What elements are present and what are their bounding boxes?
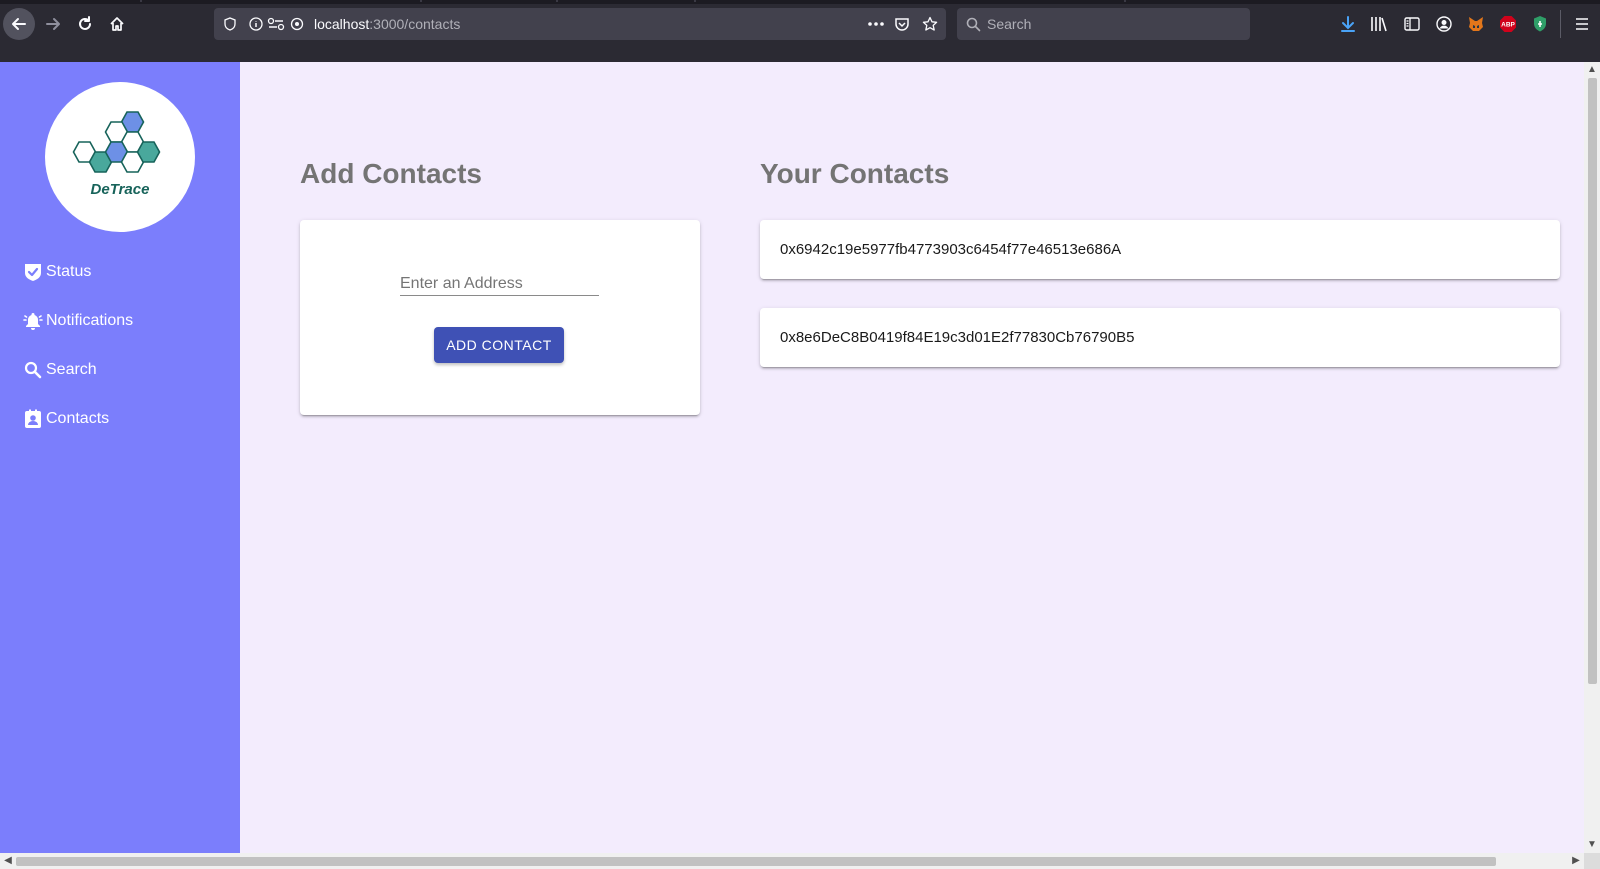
vertical-scroll-thumb[interactable] [1588,78,1597,684]
address-input[interactable] [400,272,599,296]
horizontal-scroll-thumb[interactable] [16,857,1496,866]
logo-text: DeTrace [90,181,150,198]
download-icon[interactable] [1338,14,1358,34]
tab-divider [694,0,696,2]
back-arrow-icon [12,18,26,30]
scrollbar-corner [1584,853,1600,869]
site-settings-icon[interactable] [289,16,305,32]
contact-address: 0x6942c19e5977fb4773903c6454f77e46513e68… [780,241,1122,258]
add-contact-button[interactable]: ADD CONTACT [434,327,564,363]
home-icon [110,17,124,31]
bell-icon [22,310,44,332]
library-icon[interactable] [1369,14,1389,34]
info-icon[interactable] [248,16,264,32]
url-path: :3000/contacts [369,16,461,32]
url-text[interactable]: localhost:3000/contacts [314,8,460,40]
sidebar-item-contacts[interactable]: Contacts [22,405,109,433]
account-icon[interactable] [1434,14,1454,34]
sidebar-item-notifications[interactable]: Notifications [22,307,133,335]
back-button[interactable] [3,8,35,40]
sidebar-item-search[interactable]: Search [22,356,97,384]
search-placeholder: Search [987,16,1032,32]
toolbar-separator [1560,10,1561,38]
vertical-scrollbar[interactable]: ▲ ▼ [1584,62,1600,853]
toolbar-bottom [0,44,1600,62]
sidebar-item-label: Notifications [46,312,134,329]
tab-divider [420,0,422,2]
check-shield-icon [22,261,44,283]
logo[interactable]: DeTrace [45,82,195,232]
search-icon [22,359,44,381]
contact-item[interactable]: 0x8e6DeC8B0419f84E19c3d01E2f77830Cb76790… [760,308,1560,367]
horizontal-scrollbar[interactable]: ◀ ▶ [0,853,1584,869]
forward-button[interactable] [37,8,69,40]
pocket-icon[interactable] [894,16,910,32]
sidebar: DeTrace Status Notifications Search Cont… [0,62,240,853]
scroll-down-icon[interactable]: ▼ [1584,837,1600,853]
tracking-shield-icon[interactable] [222,16,238,32]
tab-divider [140,0,142,2]
url-host: localhost [314,16,370,32]
search-magnifier-icon [965,16,981,32]
your-contacts-title: Your Contacts [760,158,950,189]
page-viewport: DeTrace Status Notifications Search Cont… [0,62,1584,853]
contact-card-icon [22,408,44,430]
browser-toolbar: localhost:3000/contacts Search ABP [0,4,1600,44]
scroll-up-icon[interactable]: ▲ [1584,62,1600,78]
scroll-left-icon[interactable]: ◀ [0,853,16,869]
contact-item[interactable]: 0x6942c19e5977fb4773903c6454f77e46513e68… [760,220,1560,279]
abp-label: ABP [1501,22,1515,29]
add-contacts-title: Add Contacts [300,158,482,189]
browser-search-bar[interactable]: Search [957,8,1250,40]
sidebar-item-label: Search [46,361,97,378]
metamask-fox-icon[interactable] [1466,14,1486,34]
adblock-abp-icon[interactable]: ABP [1498,14,1518,34]
page-actions-icon[interactable] [866,16,886,32]
contact-address: 0x8e6DeC8B0419f84E19c3d01E2f77830Cb76790… [780,329,1135,346]
menu-icon[interactable] [1572,14,1592,34]
add-contact-card: ADD CONTACT [300,220,700,415]
reload-icon [79,16,91,30]
permissions-icon[interactable] [266,16,286,32]
sidebar-icon[interactable] [1402,14,1422,34]
sidebar-item-label: Status [46,263,92,280]
sidebar-item-label: Contacts [46,410,110,427]
tab-divider [1124,0,1126,2]
hexagon-logo-icon [72,111,161,173]
bookmark-star-icon[interactable] [922,16,938,32]
shield-extension-icon[interactable] [1530,14,1550,34]
address-bar[interactable]: localhost:3000/contacts [214,8,946,40]
reload-button[interactable] [69,8,101,40]
home-button[interactable] [101,8,133,40]
sidebar-item-status[interactable]: Status [22,258,91,286]
scroll-right-icon[interactable]: ▶ [1568,853,1584,869]
tab-divider [556,0,558,2]
forward-arrow-icon [46,18,60,30]
